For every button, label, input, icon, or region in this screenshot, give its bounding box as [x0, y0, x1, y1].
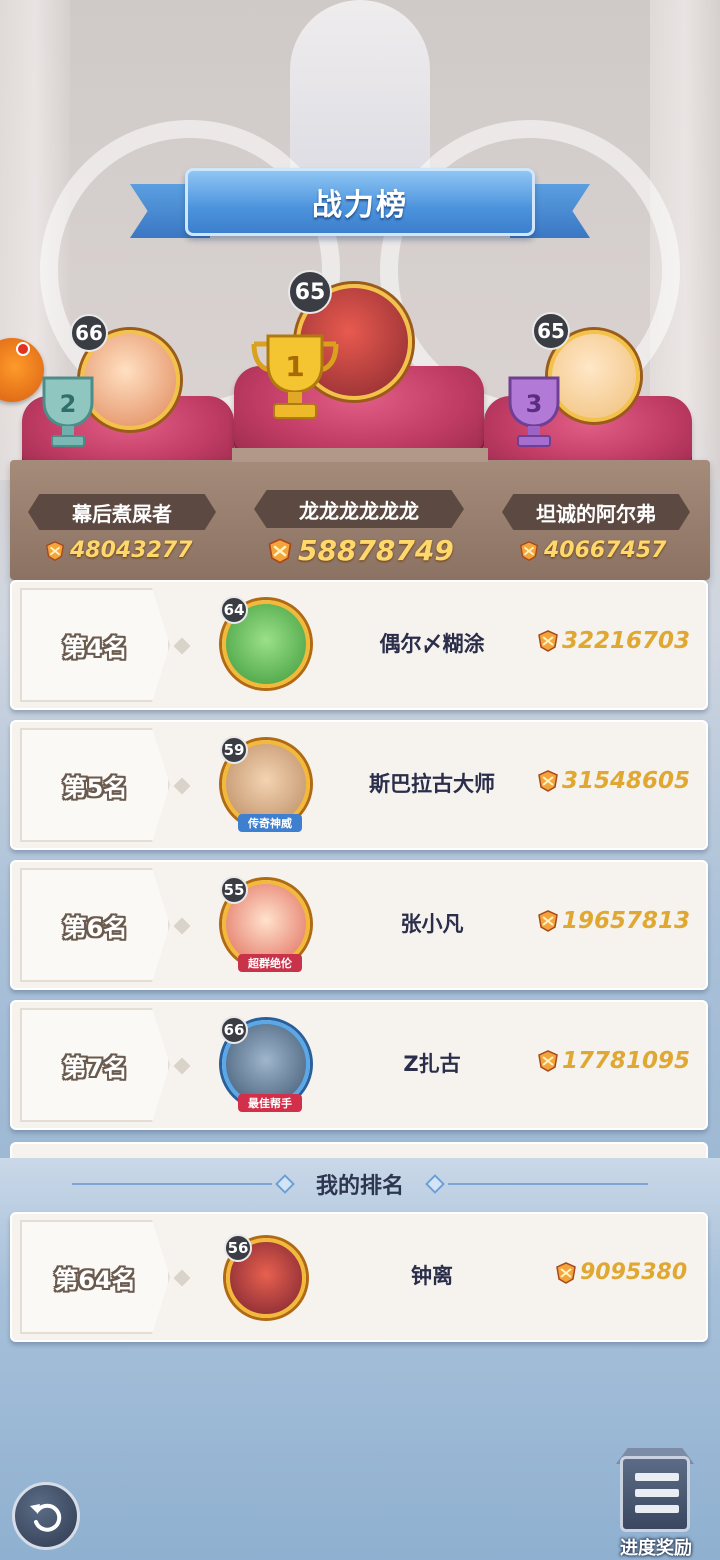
level-badge-rank-1: 65	[288, 270, 332, 314]
level-badge-rank-3: 65	[532, 312, 570, 350]
rank-row-6[interactable]: 第6名 55 超群绝伦 张小凡 19657813	[10, 860, 708, 990]
rank-label: 第6名	[62, 913, 128, 942]
power-icon	[268, 537, 292, 564]
rank-row-5[interactable]: 第5名 59 传奇神威 斯巴拉古大师 31548605	[10, 720, 708, 850]
progress-reward-button[interactable]: 进度奖励	[606, 1448, 706, 1559]
svg-text:3: 3	[526, 390, 543, 418]
player-avatar[interactable]: 66 最佳帮手	[220, 1016, 310, 1112]
score-rank-1: 58878749	[266, 534, 454, 567]
player-avatar[interactable]: 64	[220, 596, 310, 688]
power-icon	[538, 910, 558, 932]
player-name: Z扎古	[403, 1052, 461, 1076]
level-badge-rank-2: 66	[70, 314, 108, 352]
my-score: 9095380	[554, 1260, 687, 1285]
level-badge: 55	[220, 876, 248, 904]
player-avatar[interactable]: 59 传奇神威	[220, 736, 310, 832]
player-name: 张小凡	[400, 912, 464, 936]
score-rank-2: 48043277	[44, 538, 192, 563]
player-score: 19657813	[536, 908, 690, 934]
player-name: 斯巴拉古大师	[369, 772, 495, 796]
my-name: 钟离	[411, 1264, 453, 1288]
title-banner: 战力榜	[130, 158, 590, 248]
purple-trophy-icon: 3	[508, 376, 560, 447]
power-icon	[519, 540, 539, 561]
rank-label: 第64名	[54, 1265, 136, 1294]
rank-row-7[interactable]: 第7名 66 最佳帮手 Z扎古 17781095	[10, 1000, 708, 1130]
my-ranking-header: 我的排名	[0, 1162, 720, 1206]
player-score: 31548605	[536, 768, 690, 794]
level-badge: 66	[220, 1016, 248, 1044]
power-icon	[538, 770, 558, 792]
back-button[interactable]	[12, 1482, 80, 1550]
name-rank-3: 坦诚的阿尔弗	[502, 494, 690, 530]
player-avatar[interactable]: 55 超群绝伦	[220, 876, 310, 972]
svg-text:2: 2	[60, 390, 77, 418]
my-rank-row[interactable]: 第64名 56 钟离 9095380	[10, 1212, 708, 1342]
progress-reward-label: 进度奖励	[620, 1538, 692, 1559]
next-row-peek	[10, 1142, 708, 1158]
gold-trophy-icon: 1	[251, 334, 339, 419]
svg-text:1: 1	[285, 350, 304, 383]
power-icon	[556, 1261, 576, 1284]
rank-label: 第5名	[62, 773, 128, 802]
page-title: 战力榜	[312, 188, 408, 223]
score-rank-3: 40667457	[518, 538, 666, 563]
my-ranking-title: 我的排名	[315, 1174, 404, 1199]
notification-dot	[16, 342, 30, 356]
power-icon	[538, 630, 558, 652]
name-rank-2: 幕后煮屎者	[28, 494, 216, 530]
power-icon	[538, 1050, 558, 1072]
rank-row-4[interactable]: 第4名 64 偶尔〆糊涂 32216703	[10, 580, 708, 710]
player-score: 32216703	[536, 628, 690, 654]
player-name: 偶尔〆糊涂	[379, 632, 485, 656]
level-badge: 56	[224, 1234, 252, 1262]
reward-board-icon	[620, 1456, 690, 1532]
rank-label: 第7名	[62, 1053, 128, 1082]
title-tag: 最佳帮手	[238, 1094, 302, 1112]
name-rank-1: 龙龙龙龙龙龙	[254, 490, 464, 528]
rank-label: 第4名	[62, 633, 128, 662]
my-avatar[interactable]: 56	[224, 1234, 306, 1318]
title-tag: 传奇神威	[238, 814, 302, 832]
level-badge: 64	[220, 596, 248, 624]
undo-arrow-icon	[30, 1503, 62, 1532]
power-icon	[45, 540, 65, 561]
silver-trophy-icon: 2	[42, 376, 94, 447]
player-score: 17781095	[536, 1048, 690, 1074]
title-tag: 超群绝伦	[238, 954, 302, 972]
level-badge: 59	[220, 736, 248, 764]
